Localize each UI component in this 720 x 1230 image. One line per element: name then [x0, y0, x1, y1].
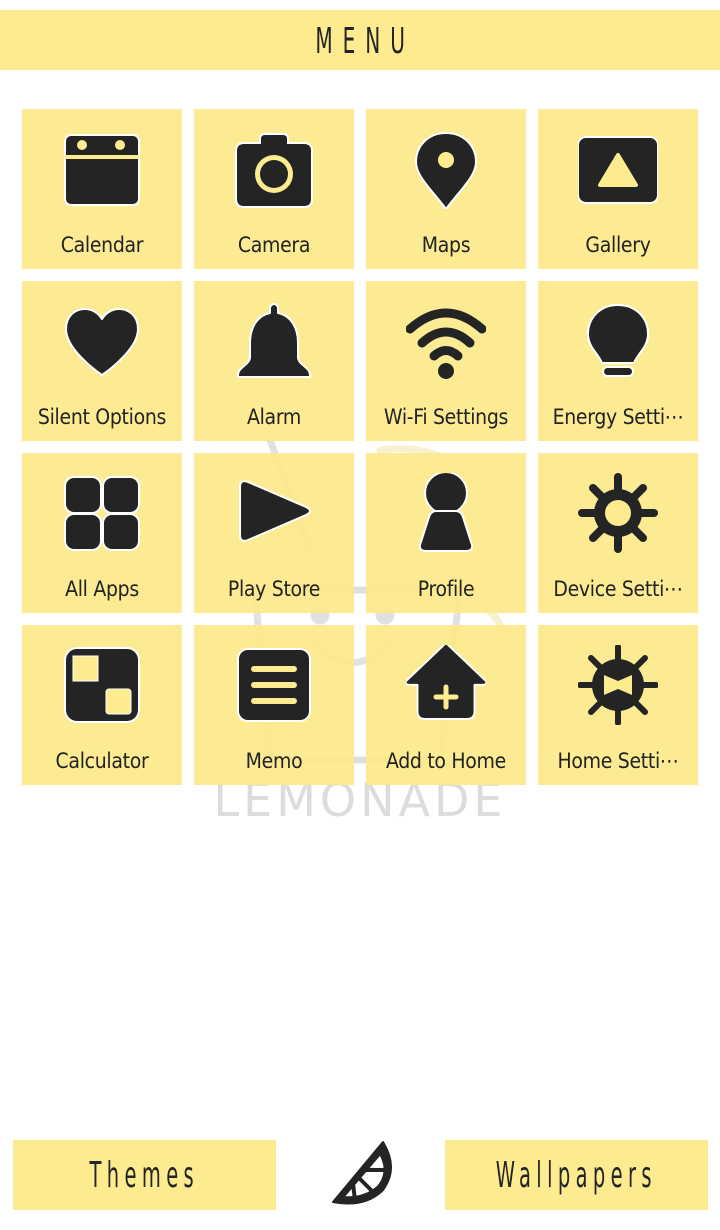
grid-icon [62, 473, 142, 553]
app-grid: Calendar Camera Maps Gallery Silent Opti… [22, 109, 698, 785]
page-title: MENU [315, 20, 415, 62]
gear-icon [578, 473, 658, 553]
tile-label: Add to Home [385, 749, 506, 773]
tile-label: Energy Setti⋯ [552, 405, 684, 429]
wallpapers-button[interactable]: Wallpapers [445, 1140, 708, 1210]
camera-icon [234, 129, 314, 209]
tile-wifi-settings[interactable]: Wi-Fi Settings [366, 281, 526, 441]
tile-label: Calculator [55, 749, 149, 773]
tile-device-settings[interactable]: Device Setti⋯ [538, 453, 698, 613]
tile-gallery[interactable]: Gallery [538, 109, 698, 269]
tile-label: All Apps [65, 577, 139, 601]
tile-label: Memo [245, 749, 303, 773]
tile-label: Alarm [246, 405, 302, 429]
tile-calendar[interactable]: Calendar [22, 109, 182, 269]
gallery-icon [578, 129, 658, 209]
home-settings-icon [578, 645, 658, 725]
menu-header: MENU [0, 10, 720, 70]
tile-label: Play Store [227, 577, 321, 601]
themes-label: Themes [89, 1154, 200, 1196]
wallpapers-label: Wallpapers [495, 1154, 658, 1196]
tile-add-to-home[interactable]: Add to Home [366, 625, 526, 785]
tile-maps[interactable]: Maps [366, 109, 526, 269]
bell-icon [234, 301, 314, 381]
themes-button[interactable]: Themes [13, 1140, 276, 1210]
add-home-icon [406, 645, 486, 725]
tile-label: Camera [237, 233, 311, 257]
tile-home-settings[interactable]: Home Setti⋯ [538, 625, 698, 785]
tile-play-store[interactable]: Play Store [194, 453, 354, 613]
tile-label: Device Setti⋯ [553, 577, 683, 601]
tile-label: Wi-Fi Settings [383, 405, 509, 429]
wifi-icon [406, 301, 486, 381]
calendar-icon [62, 129, 142, 209]
tile-label: Silent Options [37, 405, 167, 429]
memo-icon [234, 645, 314, 725]
lemon-slice-icon[interactable] [325, 1138, 395, 1208]
tile-energy-settings[interactable]: Energy Setti⋯ [538, 281, 698, 441]
tile-camera[interactable]: Camera [194, 109, 354, 269]
tile-label: Home Setti⋯ [557, 749, 679, 773]
tile-silent-options[interactable]: Silent Options [22, 281, 182, 441]
play-icon [234, 473, 314, 553]
person-icon [406, 473, 486, 553]
tile-all-apps[interactable]: All Apps [22, 453, 182, 613]
tile-profile[interactable]: Profile [366, 453, 526, 613]
calculator-icon [62, 645, 142, 725]
heart-icon [62, 301, 142, 381]
tile-label: Gallery [585, 233, 651, 257]
tile-label: Maps [421, 233, 471, 257]
lightbulb-icon [578, 301, 658, 381]
tile-label: Calendar [60, 233, 144, 257]
map-pin-icon [406, 129, 486, 209]
tile-calculator[interactable]: Calculator [22, 625, 182, 785]
tile-alarm[interactable]: Alarm [194, 281, 354, 441]
tile-memo[interactable]: Memo [194, 625, 354, 785]
tile-label: Profile [417, 577, 475, 601]
